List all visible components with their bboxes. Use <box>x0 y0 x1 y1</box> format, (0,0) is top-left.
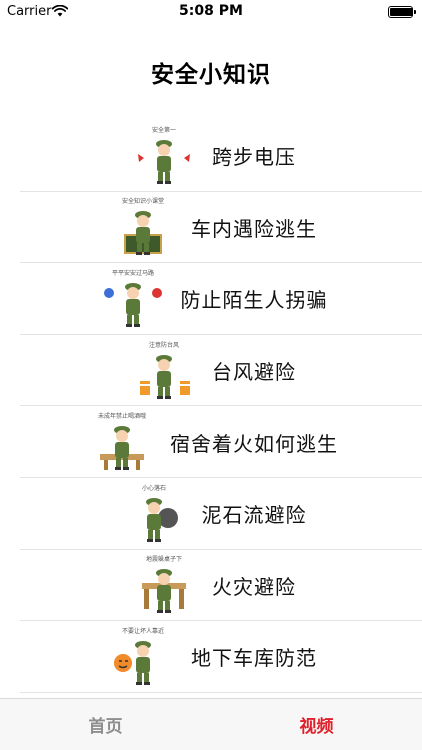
soldier-illustration-icon: 不要让坏人靠近 <box>114 627 164 685</box>
svg-text:注意防台风: 注意防台风 <box>149 341 179 349</box>
svg-text:平平安安过马路: 平平安安过马路 <box>111 269 153 277</box>
soldier-illustration-icon: 未成年禁止喝酒哦 <box>98 412 146 471</box>
list-item[interactable]: 不要让坏人靠近地下车库防范 <box>0 621 422 693</box>
list-item[interactable]: 安全第一跨步电压 <box>0 120 422 192</box>
tab-bar: 首页 视频 <box>0 698 422 750</box>
list-item-label: 地下车库防范 <box>191 646 317 671</box>
svg-text:小心落石: 小心落石 <box>141 484 165 492</box>
tab-video[interactable]: 视频 <box>211 699 422 750</box>
list-item[interactable]: 地震躲桌子下火灾避险 <box>0 550 422 622</box>
status-time: 5:08 PM <box>179 3 243 19</box>
battery-level <box>390 8 413 16</box>
soldier-illustration-icon: 安全第一 <box>138 126 190 184</box>
list-item[interactable]: 注意防台风台风避险 <box>0 335 422 407</box>
list-item-content: 不要让坏人靠近地下车库防范 <box>105 625 317 689</box>
soldier-illustration-icon: 地震躲桌子下 <box>142 555 186 614</box>
svg-text:未成年禁止喝酒哦: 未成年禁止喝酒哦 <box>98 412 146 420</box>
page-title: 安全小知识 <box>151 62 271 88</box>
list-item-label: 台风避险 <box>212 360 296 385</box>
soldier-illustration-icon: 安全知识小课堂 <box>122 197 164 256</box>
list-item-content: 注意防台风台风避险 <box>126 339 296 403</box>
safety-topic-list: 安全第一跨步电压安全知识小课堂车内遇险逃生平平安安过马路防止陌生人拐骗注意防台风… <box>0 120 422 693</box>
tab-home[interactable]: 首页 <box>0 699 211 750</box>
svg-text:安全知识小课堂: 安全知识小课堂 <box>122 197 164 205</box>
soldier-illustration-icon: 注意防台风 <box>140 341 190 399</box>
soldier-illustration-icon: 平平安安过马路 <box>103 269 162 327</box>
battery-icon <box>388 6 416 18</box>
list-item[interactable]: 平平安安过马路防止陌生人拐骗 <box>0 263 422 335</box>
list-item-label: 车内遇险逃生 <box>191 216 317 241</box>
list-item-content: 安全第一跨步电压 <box>126 124 296 188</box>
list-item[interactable]: 安全知识小课堂车内遇险逃生 <box>0 192 422 264</box>
list-item-content: 地震躲桌子下火灾避险 <box>126 553 296 617</box>
status-bar: Carrier 5:08 PM <box>0 0 422 24</box>
list-item-content: 小心落石泥石流避险 <box>116 482 307 546</box>
soldier-illustration-icon: 小心落石 <box>141 484 178 542</box>
list-item-label: 跨步电压 <box>212 145 296 170</box>
svg-text:不要让坏人靠近: 不要让坏人靠近 <box>122 627 164 635</box>
list-item-content: 平平安安过马路防止陌生人拐骗 <box>95 267 328 331</box>
list-item-content: 安全知识小课堂车内遇险逃生 <box>105 195 317 259</box>
list-item-label: 宿舍着火如何逃生 <box>170 431 338 456</box>
list-item[interactable]: 小心落石泥石流避险 <box>0 478 422 550</box>
list-item[interactable]: 未成年禁止喝酒哦宿舍着火如何逃生 <box>0 406 422 478</box>
svg-text:地震躲桌子下: 地震躲桌子下 <box>146 555 182 563</box>
svg-text:安全第一: 安全第一 <box>152 126 176 134</box>
list-item-content: 未成年禁止喝酒哦宿舍着火如何逃生 <box>84 410 338 474</box>
list-item-label: 火灾避险 <box>212 574 296 599</box>
list-item-label: 防止陌生人拐骗 <box>180 288 328 313</box>
list-item-label: 泥石流避险 <box>201 503 307 528</box>
